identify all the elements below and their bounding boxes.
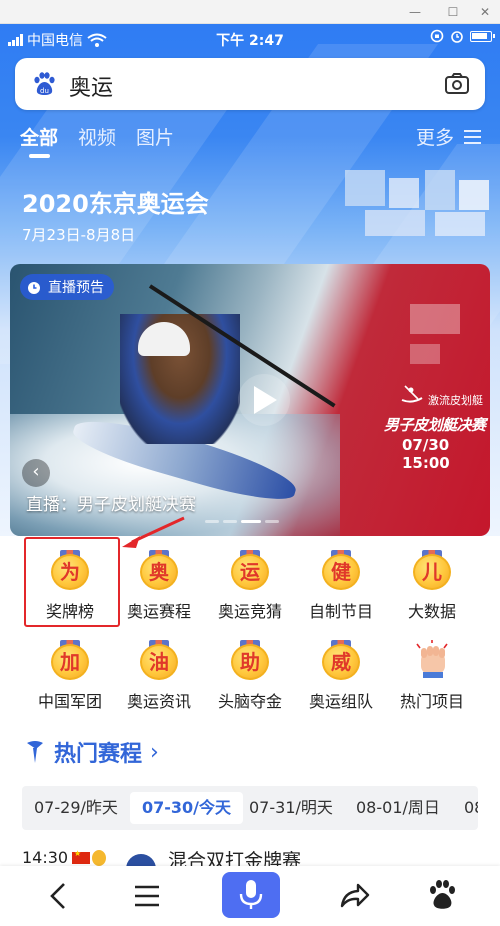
event-category: 激流皮划艇	[428, 394, 483, 407]
carousel-indicator	[205, 520, 279, 523]
gold-medal-icon	[92, 850, 106, 866]
tab-video[interactable]: 视频	[78, 123, 116, 150]
play-button[interactable]	[238, 374, 290, 426]
search-input[interactable]: 奥运	[69, 70, 113, 102]
grid-label: 自制节目	[308, 602, 373, 621]
event-time: 07/30 15:00	[402, 436, 450, 472]
tab-more[interactable]: 更多	[416, 123, 482, 150]
grid-item-china-team[interactable]: 加 中国军团	[24, 632, 116, 716]
video-caption: 直播：男子皮划艇决赛	[26, 495, 196, 515]
event-name: 男子皮划艇决赛	[384, 416, 486, 434]
back-icon[interactable]	[40, 878, 80, 914]
live-video-card[interactable]: 直播预告 激流皮划艇 男子皮划艇决赛 07/30 15:00 ‹ 直播：男子皮划…	[10, 264, 490, 536]
medal-icon: 运	[231, 550, 269, 590]
grid-label: 奥运组队	[308, 692, 373, 711]
medal-icon: 加	[51, 640, 89, 680]
grid-item-quiz[interactable]: 运 奥运竞猜	[204, 542, 296, 626]
live-preview-badge: 直播预告	[20, 274, 114, 300]
rotation-lock-icon	[430, 29, 444, 43]
search-box[interactable]: du 奥运	[15, 58, 485, 110]
battery-icon	[470, 30, 495, 42]
share-icon[interactable]	[334, 878, 374, 914]
grid-item-schedule[interactable]: 奥 奥运赛程	[113, 542, 205, 626]
baidu-paw-icon: du	[34, 72, 55, 95]
date-tab[interactable]: 08	[452, 792, 478, 824]
menu-icon	[464, 129, 482, 144]
canoe-slalom-icon	[401, 385, 423, 403]
alarm-icon	[451, 31, 463, 43]
fist-icon	[416, 640, 448, 678]
tab-images[interactable]: 图片	[136, 123, 174, 150]
medal-icon: 油	[140, 640, 178, 680]
svg-text:du: du	[40, 87, 49, 95]
hot-schedule-title: 热门赛程	[54, 742, 143, 767]
grid-label: 奥运竞猜	[217, 602, 282, 621]
status-bar: 中国电信 下午 2:47	[0, 24, 500, 54]
carousel-prev-button[interactable]: ‹	[22, 459, 50, 487]
close-icon[interactable]: ✕	[470, 2, 500, 22]
play-icon	[254, 386, 277, 414]
medal-icon: 健	[322, 550, 360, 590]
hot-schedule-header[interactable]: 热门赛程 ›	[24, 736, 159, 768]
medal-icon: 奥	[140, 550, 178, 590]
grid-item-team-up[interactable]: 威 奥运组队	[295, 632, 387, 716]
annotation-highlight-box	[24, 537, 120, 627]
grid-label: 头脑夺金	[217, 692, 282, 711]
window-titlebar: — ☐ ✕	[0, 0, 500, 24]
menu-list-icon[interactable]	[127, 878, 167, 914]
camera-icon[interactable]	[444, 71, 470, 97]
grid-item-brain-gold[interactable]: 助 头脑夺金	[204, 632, 296, 716]
hero-date: 7月23日-8月8日	[22, 226, 136, 244]
minimize-icon[interactable]: —	[400, 2, 430, 22]
grid-item-hot-sports[interactable]: 热门项目	[386, 632, 478, 716]
bottom-navigation	[0, 866, 500, 926]
grid-item-news[interactable]: 油 奥运资讯	[113, 632, 205, 716]
status-time: 下午 2:47	[216, 33, 284, 49]
date-tab[interactable]: 07-29/昨天	[22, 792, 130, 824]
china-flag-icon	[72, 849, 90, 864]
baidu-home-icon[interactable]	[422, 878, 462, 914]
voice-search-button[interactable]	[222, 872, 280, 918]
grid-label: 奥运资讯	[126, 692, 191, 711]
grid-label: 热门项目	[399, 692, 464, 711]
grid-label: 中国军团	[37, 692, 102, 711]
alarm-clock-icon	[28, 282, 40, 294]
live-badge-label: 直播预告	[48, 280, 104, 296]
microphone-icon	[239, 880, 263, 909]
medal-icon: 威	[322, 640, 360, 680]
date-tab[interactable]: 07-31/明天	[237, 792, 345, 824]
match-time: 14:30	[22, 848, 69, 867]
grid-label: 奥运赛程	[126, 602, 191, 621]
tab-more-label: 更多	[416, 127, 455, 149]
grid-label: 大数据	[407, 602, 456, 621]
maximize-icon[interactable]: ☐	[438, 2, 468, 22]
medal-icon: 助	[231, 640, 269, 680]
date-tab-active[interactable]: 07-30/今天	[130, 792, 244, 824]
search-tabs: 全部 视频 图片	[20, 123, 174, 158]
grid-item-programs[interactable]: 健 自制节目	[295, 542, 387, 626]
date-selector: 07-29/昨天 07-30/今天 07-31/明天 08-01/周日 08	[22, 786, 478, 830]
grid-item-big-data[interactable]: 儿 大数据	[386, 542, 478, 626]
chevron-right-icon: ›	[150, 739, 159, 765]
hero-title: 2020东京奥运会	[22, 190, 209, 218]
blurred-logo	[345, 170, 495, 240]
torch-icon	[27, 741, 43, 763]
medal-icon: 儿	[413, 550, 451, 590]
date-tab[interactable]: 08-01/周日	[344, 792, 452, 824]
tab-all[interactable]: 全部	[20, 123, 58, 158]
